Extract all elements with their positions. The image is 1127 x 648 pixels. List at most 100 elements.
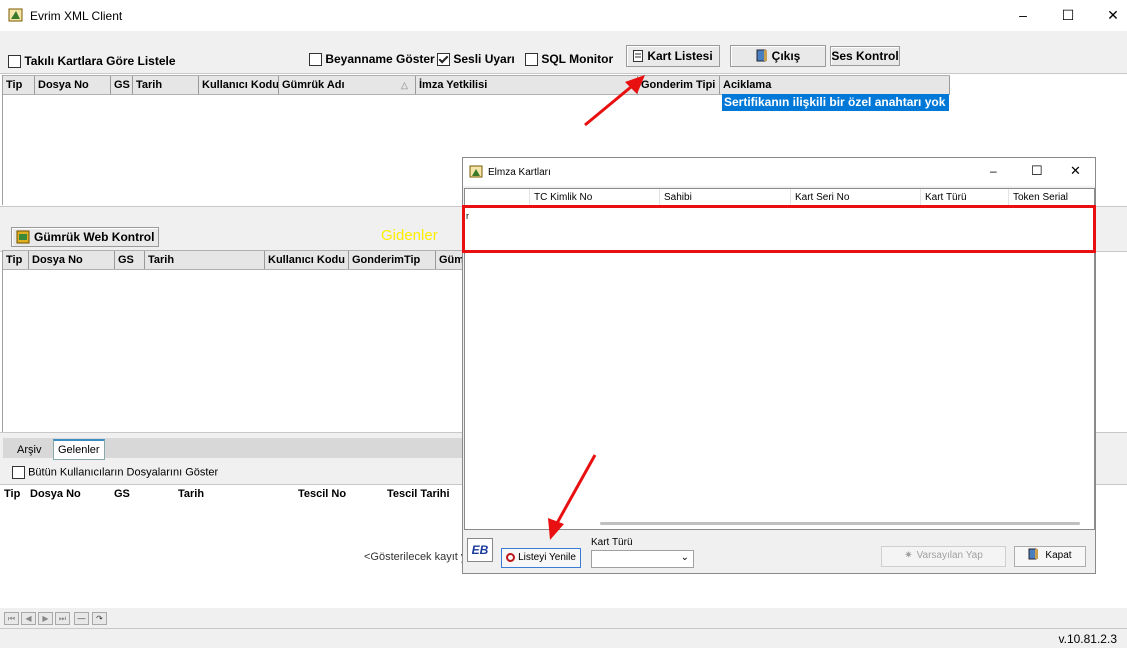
tab-arsiv[interactable]: Arşiv — [13, 442, 45, 458]
column-header[interactable]: GS — [111, 76, 133, 94]
column-header[interactable]: Güm — [436, 251, 465, 269]
sesli-uyari-label: Sesli Uyarı — [453, 52, 515, 66]
column-header[interactable]: Tip — [3, 76, 35, 94]
delete-record-icon[interactable]: — — [74, 612, 89, 625]
kart-list-header: TC Kimlik No Sahibi Kart Seri No Kart Tü… — [465, 189, 1094, 206]
grid1-border — [2, 75, 3, 205]
selected-cell-aciklama[interactable]: Sertifikanın ilişkili bir özel anahtarı … — [722, 94, 949, 111]
kapat-label: Kapat — [1045, 550, 1072, 561]
column-header[interactable]: Dosya No — [30, 484, 81, 504]
varsayilan-yap-button[interactable]: ✷ Varsayılan Yap — [881, 546, 1006, 567]
version-label: v.10.81.2.3 — [1058, 632, 1118, 646]
column-header[interactable]: Dosya No — [29, 251, 115, 269]
kapat-button[interactable]: Kapat — [1014, 546, 1086, 567]
beyanname-checkbox[interactable]: Beyanname Göster — [309, 52, 435, 67]
sort-arrow-icon: △ — [401, 80, 408, 90]
main-title-bar: Evrim XML Client – ☐ ✕ — [0, 0, 1127, 31]
dialog-app-icon — [469, 165, 483, 178]
column-header[interactable]: GS — [115, 251, 145, 269]
listeyi-yenile-button[interactable]: Listeyi Yenile — [501, 548, 581, 568]
sun-icon: ✷ — [904, 550, 913, 561]
dialog-maximize-icon[interactable]: ☐ — [1031, 163, 1043, 179]
minimize-icon[interactable]: – — [1013, 6, 1033, 24]
eb-logo-button[interactable]: EB — [467, 538, 493, 562]
refresh-icon — [506, 553, 516, 562]
butun-kullanicilar-checkbox[interactable]: Bütün Kullanıcıların Dosyalarını Göster — [12, 466, 218, 479]
sesli-uyari-checkbox[interactable]: Sesli Uyarı — [437, 52, 515, 67]
window-title: Evrim XML Client — [30, 9, 123, 23]
checkbox-box[interactable] — [525, 53, 538, 67]
column-header[interactable]: Tarih — [145, 251, 265, 269]
beyanname-label: Beyanname Göster — [325, 52, 435, 66]
dialog-minimize-icon[interactable]: – — [990, 164, 997, 178]
document-icon — [633, 50, 644, 62]
kart-listesi-button[interactable]: Kart Listesi — [626, 45, 720, 67]
dialog-title-bar: Elmza Kartları – ☐ ✕ — [463, 158, 1095, 186]
checkbox-box-checked[interactable] — [437, 53, 450, 67]
web-control-icon — [16, 230, 30, 244]
column-header[interactable]: Tarih — [178, 484, 204, 504]
column-header[interactable]: Gümrük Adı — [279, 76, 416, 94]
dialog-close-icon[interactable]: ✕ — [1070, 163, 1081, 179]
grid2-header: Tip Dosya No GS Tarih Kullanıcı Kodu Gon… — [3, 250, 465, 270]
dialog-title: Elmza Kartları — [488, 167, 551, 178]
maximize-icon[interactable]: ☐ — [1058, 6, 1078, 24]
column-header[interactable]: Tip — [4, 484, 20, 504]
red-arrow-icon — [548, 454, 597, 540]
grid2-border — [2, 250, 3, 432]
last-record-icon[interactable]: ⏭ — [55, 612, 70, 625]
ses-kontrol-button[interactable]: Ses Kontrol — [830, 46, 900, 66]
app-icon — [8, 8, 23, 22]
takili-kart-label: Takılı Kartlara Göre Listele — [24, 54, 176, 68]
column-header[interactable]: GonderimTip — [349, 251, 436, 269]
column-header[interactable]: Tescil No — [298, 484, 346, 504]
column-header[interactable]: TC Kimlik No — [529, 189, 659, 205]
gumruk-web-kontrol-button[interactable]: Gümrük Web Kontrol — [11, 227, 159, 247]
column-header[interactable]: Kullanıcı Kodu — [265, 251, 349, 269]
butun-kullanicilar-label: Bütün Kullanıcıların Dosyalarını Göster — [28, 466, 219, 479]
horizontal-scrollbar[interactable] — [600, 522, 1080, 525]
eb-logo-text: EB — [471, 543, 489, 557]
chevron-down-icon: ⌄ — [680, 552, 689, 563]
ses-kontrol-label: Ses Kontrol — [831, 49, 899, 63]
empty-records-text: <Gösterilecek kayıt y — [364, 551, 467, 563]
column-header[interactable]: Kart Seri No — [790, 189, 920, 205]
gumruk-web-label: Gümrük Web Kontrol — [34, 230, 155, 244]
sql-monitor-checkbox[interactable]: SQL Monitor — [525, 52, 614, 67]
grid3-header: Tip Dosya No GS Tarih Tescil No Tescil T… — [0, 484, 463, 502]
column-header[interactable]: Aciklama — [720, 76, 950, 94]
kart-listesi-label: Kart Listesi — [647, 49, 713, 63]
cikis-label: Çıkış — [771, 49, 801, 63]
column-header[interactable]: Kart Türü — [920, 189, 1008, 205]
cikis-button[interactable]: Çıkış — [730, 45, 826, 67]
exit-door-icon — [756, 49, 767, 62]
navigator-bar — [0, 608, 1127, 628]
column-header[interactable]: Sahibi — [659, 189, 790, 205]
main-toolbar: Takılı Kartlara Göre Listele Beyanname G… — [0, 31, 1127, 74]
tab-gelenler[interactable]: Gelenler — [53, 439, 105, 460]
close-icon[interactable]: ✕ — [1103, 6, 1123, 24]
prev-record-icon[interactable]: ◀ — [21, 612, 36, 625]
red-highlight-box — [462, 205, 1096, 253]
gidenler-label: Gidenler — [381, 227, 438, 244]
checkbox-box[interactable] — [12, 466, 25, 479]
grid1-header: Tip Dosya No GS Tarih Kullanıcı Kodu Güm… — [3, 75, 950, 95]
exit-door-icon — [1028, 548, 1039, 560]
kart-turu-select[interactable]: ⌄ — [591, 550, 694, 568]
column-header[interactable]: Tarih — [133, 76, 199, 94]
first-record-icon[interactable]: ⏮ — [4, 612, 19, 625]
column-header[interactable]: Kullanıcı Kodu — [199, 76, 279, 94]
column-header[interactable]: GS — [114, 484, 130, 504]
column-header[interactable]: Tip — [3, 251, 29, 269]
checkbox-box[interactable] — [8, 55, 21, 69]
status-bar: v.10.81.2.3 — [0, 628, 1127, 648]
column-header[interactable]: Tescil Tarihi — [387, 484, 450, 504]
varsayilan-yap-label: Varsayılan Yap — [916, 550, 983, 561]
checkbox-box[interactable] — [309, 53, 322, 67]
column-header[interactable]: Dosya No — [35, 76, 111, 94]
takili-kart-checkbox[interactable]: Takılı Kartlara Göre Listele — [8, 54, 176, 69]
refresh-record-icon[interactable]: ↷ — [92, 612, 107, 625]
sql-monitor-label: SQL Monitor — [541, 52, 614, 66]
column-header[interactable]: Token Serial — [1008, 189, 1094, 205]
next-record-icon[interactable]: ▶ — [38, 612, 53, 625]
